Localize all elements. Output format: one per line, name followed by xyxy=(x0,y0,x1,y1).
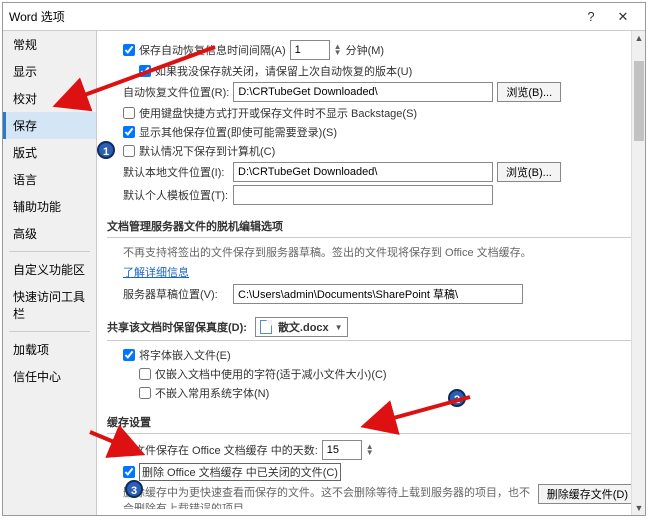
sidebar-item-accessibility[interactable]: 辅助功能 xyxy=(3,193,96,220)
section-doc-mgmt: 文档管理服务器文件的脱机编辑选项 xyxy=(107,215,637,238)
lbl-embed-used-only: 仅嵌入文档中使用的字符(适于减小文件大小)(C) xyxy=(155,366,387,382)
sidebar-item-save[interactable]: 保存 xyxy=(3,112,96,139)
chk-save-to-computer[interactable] xyxy=(123,145,135,157)
lbl-no-system-fonts: 不嵌入常用系统字体(N) xyxy=(155,385,269,401)
sidebar-item-general[interactable]: 常规 xyxy=(3,31,96,58)
section-share: 共享该文档时保留保真度(D): 散文.docx ▼ xyxy=(107,314,637,341)
lbl-autorecover-loc: 自动恢复文件位置(R): xyxy=(123,84,229,100)
lbl-show-other-loc: 显示其他保存位置(即使可能需要登录)(S) xyxy=(139,124,337,140)
sidebar-item-proofing[interactable]: 校对 xyxy=(3,85,96,112)
scroll-thumb[interactable] xyxy=(634,61,644,141)
scroll-down-icon[interactable]: ▼ xyxy=(632,501,645,515)
chk-embed-used-only[interactable] xyxy=(139,368,151,380)
lbl-save-to-computer: 默认情况下保存到计算机(C) xyxy=(139,143,275,159)
note-cache: 删除缓存中为更快速查看而保存的文件。这不会删除等待上载到服务器的项目，也不会删除… xyxy=(123,484,534,509)
section-cache: 缓存设置 xyxy=(107,411,637,434)
input-draft-loc[interactable] xyxy=(233,284,523,304)
sidebar-item-language[interactable]: 语言 xyxy=(3,166,96,193)
sidebar-item-layout[interactable]: 版式 xyxy=(3,139,96,166)
lbl-no-backstage: 使用键盘快捷方式打开或保存文件时不显示 Backstage(S) xyxy=(139,105,417,121)
dialog-title: Word 选项 xyxy=(9,8,575,25)
sidebar-item-addins[interactable]: 加载项 xyxy=(3,336,96,363)
help-button[interactable]: ? xyxy=(575,6,607,28)
chk-keep-last-autosave[interactable] xyxy=(139,65,151,77)
sidebar-item-trust-center[interactable]: 信任中心 xyxy=(3,363,96,390)
dropdown-doc-label: 散文.docx xyxy=(278,319,329,335)
spinner-arrows[interactable]: ▲▼ xyxy=(334,44,342,56)
sidebar-item-advanced[interactable]: 高级 xyxy=(3,220,96,247)
sidebar-item-display[interactable]: 显示 xyxy=(3,58,96,85)
scroll-up-icon[interactable]: ▲ xyxy=(632,31,645,45)
input-autorecover-loc[interactable] xyxy=(233,82,493,102)
lbl-draft-loc: 服务器草稿位置(V): xyxy=(123,286,229,302)
lbl-share-header: 共享该文档时保留保真度(D): xyxy=(107,319,247,335)
close-button[interactable]: ✕ xyxy=(607,6,639,28)
chk-delete-closed[interactable] xyxy=(123,466,135,478)
lbl-template-loc: 默认个人模板位置(T): xyxy=(123,187,229,203)
lbl-delete-closed: 删除 Office 文档缓存 中已关闭的文件(C) xyxy=(139,463,341,481)
document-icon xyxy=(260,320,272,334)
lbl-minutes: 分钟(M) xyxy=(346,42,385,58)
lbl-keep-last-autosave: 如果我没保存就关闭，请保留上次自动恢复的版本(U) xyxy=(155,63,412,79)
input-autosave-interval[interactable] xyxy=(290,40,330,60)
browse-default-button[interactable]: 浏览(B)... xyxy=(497,162,561,182)
chk-show-other-loc[interactable] xyxy=(123,126,135,138)
scrollbar[interactable]: ▲ ▼ xyxy=(631,31,645,515)
delete-cache-button[interactable]: 删除缓存文件(D) xyxy=(538,484,637,504)
sidebar-item-quick-access[interactable]: 快速访问工具栏 xyxy=(3,283,96,327)
lbl-cache-days: 将文件保存在 Office 文档缓存 中的天数: xyxy=(123,442,318,458)
sidebar: 常规 显示 校对 保存 版式 语言 辅助功能 高级 自定义功能区 快速访问工具栏… xyxy=(3,31,97,515)
link-learn-more[interactable]: 了解详细信息 xyxy=(123,267,189,279)
note-mgmt: 不再支持将签出的文件保存到服务器草稿。签出的文件现将保存到 Office 文档缓… xyxy=(107,244,637,260)
chevron-down-icon: ▼ xyxy=(335,323,343,332)
dropdown-document[interactable]: 散文.docx ▼ xyxy=(255,317,348,337)
chk-autosave-interval[interactable] xyxy=(123,44,135,56)
sidebar-item-customize-ribbon[interactable]: 自定义功能区 xyxy=(3,256,96,283)
chk-no-system-fonts[interactable] xyxy=(139,387,151,399)
spinner-arrows-days[interactable]: ▲▼ xyxy=(366,444,374,456)
browse-autorecover-button[interactable]: 浏览(B)... xyxy=(497,82,561,102)
chk-embed-fonts[interactable] xyxy=(123,349,135,361)
input-cache-days[interactable] xyxy=(322,440,362,460)
lbl-default-loc: 默认本地文件位置(I): xyxy=(123,164,229,180)
lbl-autosave-interval: 保存自动恢复信息时间间隔(A) xyxy=(139,42,286,58)
chk-no-backstage[interactable] xyxy=(123,107,135,119)
titlebar: Word 选项 ? ✕ xyxy=(3,3,645,31)
input-default-loc[interactable] xyxy=(233,162,493,182)
input-template-loc[interactable] xyxy=(233,185,493,205)
lbl-embed-fonts: 将字体嵌入文件(E) xyxy=(139,347,231,363)
